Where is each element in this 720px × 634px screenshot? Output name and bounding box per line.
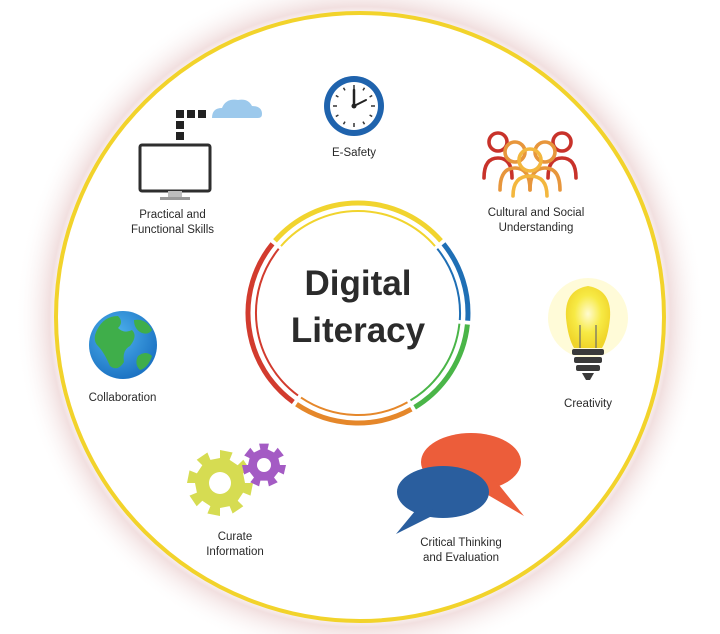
label-collaboration: Collaboration bbox=[88, 392, 157, 404]
center-title: Digital Literacy bbox=[258, 260, 458, 354]
label-critical-thinking: Critical Thinking and Evaluation bbox=[420, 537, 502, 564]
label-curate-information: Curate Information bbox=[206, 531, 264, 558]
label-creativity: Creativity bbox=[564, 398, 612, 410]
label-e-safety: E-Safety bbox=[331, 147, 377, 159]
label-practical-functional: Practical and Functional Skills bbox=[130, 209, 215, 236]
clock-icon bbox=[324, 76, 384, 136]
center-title-line1: Digital bbox=[304, 264, 412, 303]
gear-hole bbox=[257, 458, 271, 472]
label-cultural-social: Cultural and Social Understanding bbox=[487, 207, 585, 234]
globe-icon bbox=[89, 311, 157, 379]
center-title-line2: Literacy bbox=[290, 311, 426, 350]
gear-hole bbox=[209, 472, 231, 494]
